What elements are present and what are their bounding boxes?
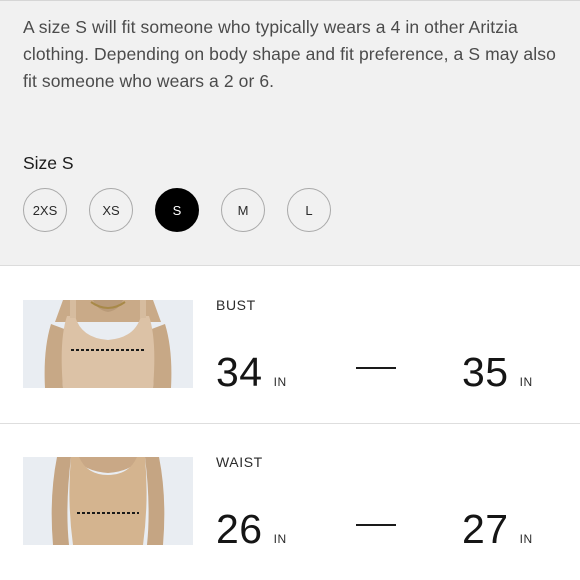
selected-size-label: Size S	[23, 153, 74, 173]
size-selector: 2XS XS S M L	[23, 188, 331, 232]
measurement-number: 27	[462, 506, 509, 552]
range-dash	[356, 524, 396, 526]
measurement-unit: IN	[519, 375, 533, 389]
waist-measurement-row: WAIST 26 IN 27 IN	[0, 424, 580, 580]
bust-measurement-photo	[23, 300, 193, 388]
range-dash	[356, 367, 396, 369]
measurement-unit: IN	[273, 532, 287, 546]
size-option-s[interactable]: S	[155, 188, 199, 232]
waist-max-value: 27 IN	[462, 506, 533, 553]
size-option-m[interactable]: M	[221, 188, 265, 232]
fit-note-text: A size S will fit someone who typically …	[23, 17, 556, 91]
waist-measurement-photo	[23, 457, 193, 545]
bust-illustration	[23, 300, 193, 388]
size-option-l[interactable]: L	[287, 188, 331, 232]
measurement-title: BUST	[216, 297, 256, 313]
measurement-number: 35	[462, 349, 509, 395]
waist-min-value: 26 IN	[216, 506, 287, 553]
measurement-number: 34	[216, 349, 263, 395]
bust-min-value: 34 IN	[216, 349, 287, 396]
bust-max-value: 35 IN	[462, 349, 533, 396]
measurement-title: WAIST	[216, 454, 263, 470]
waist-illustration	[23, 457, 193, 545]
measurement-unit: IN	[273, 375, 287, 389]
measurement-unit: IN	[519, 532, 533, 546]
divider	[0, 0, 580, 1]
bust-measurement-row: BUST 34 IN 35 IN	[0, 267, 580, 424]
size-guide-panel: A size S will fit someone who typically …	[0, 0, 580, 266]
size-option-2xs[interactable]: 2XS	[23, 188, 67, 232]
size-option-xs[interactable]: XS	[89, 188, 133, 232]
measurement-number: 26	[216, 506, 263, 552]
